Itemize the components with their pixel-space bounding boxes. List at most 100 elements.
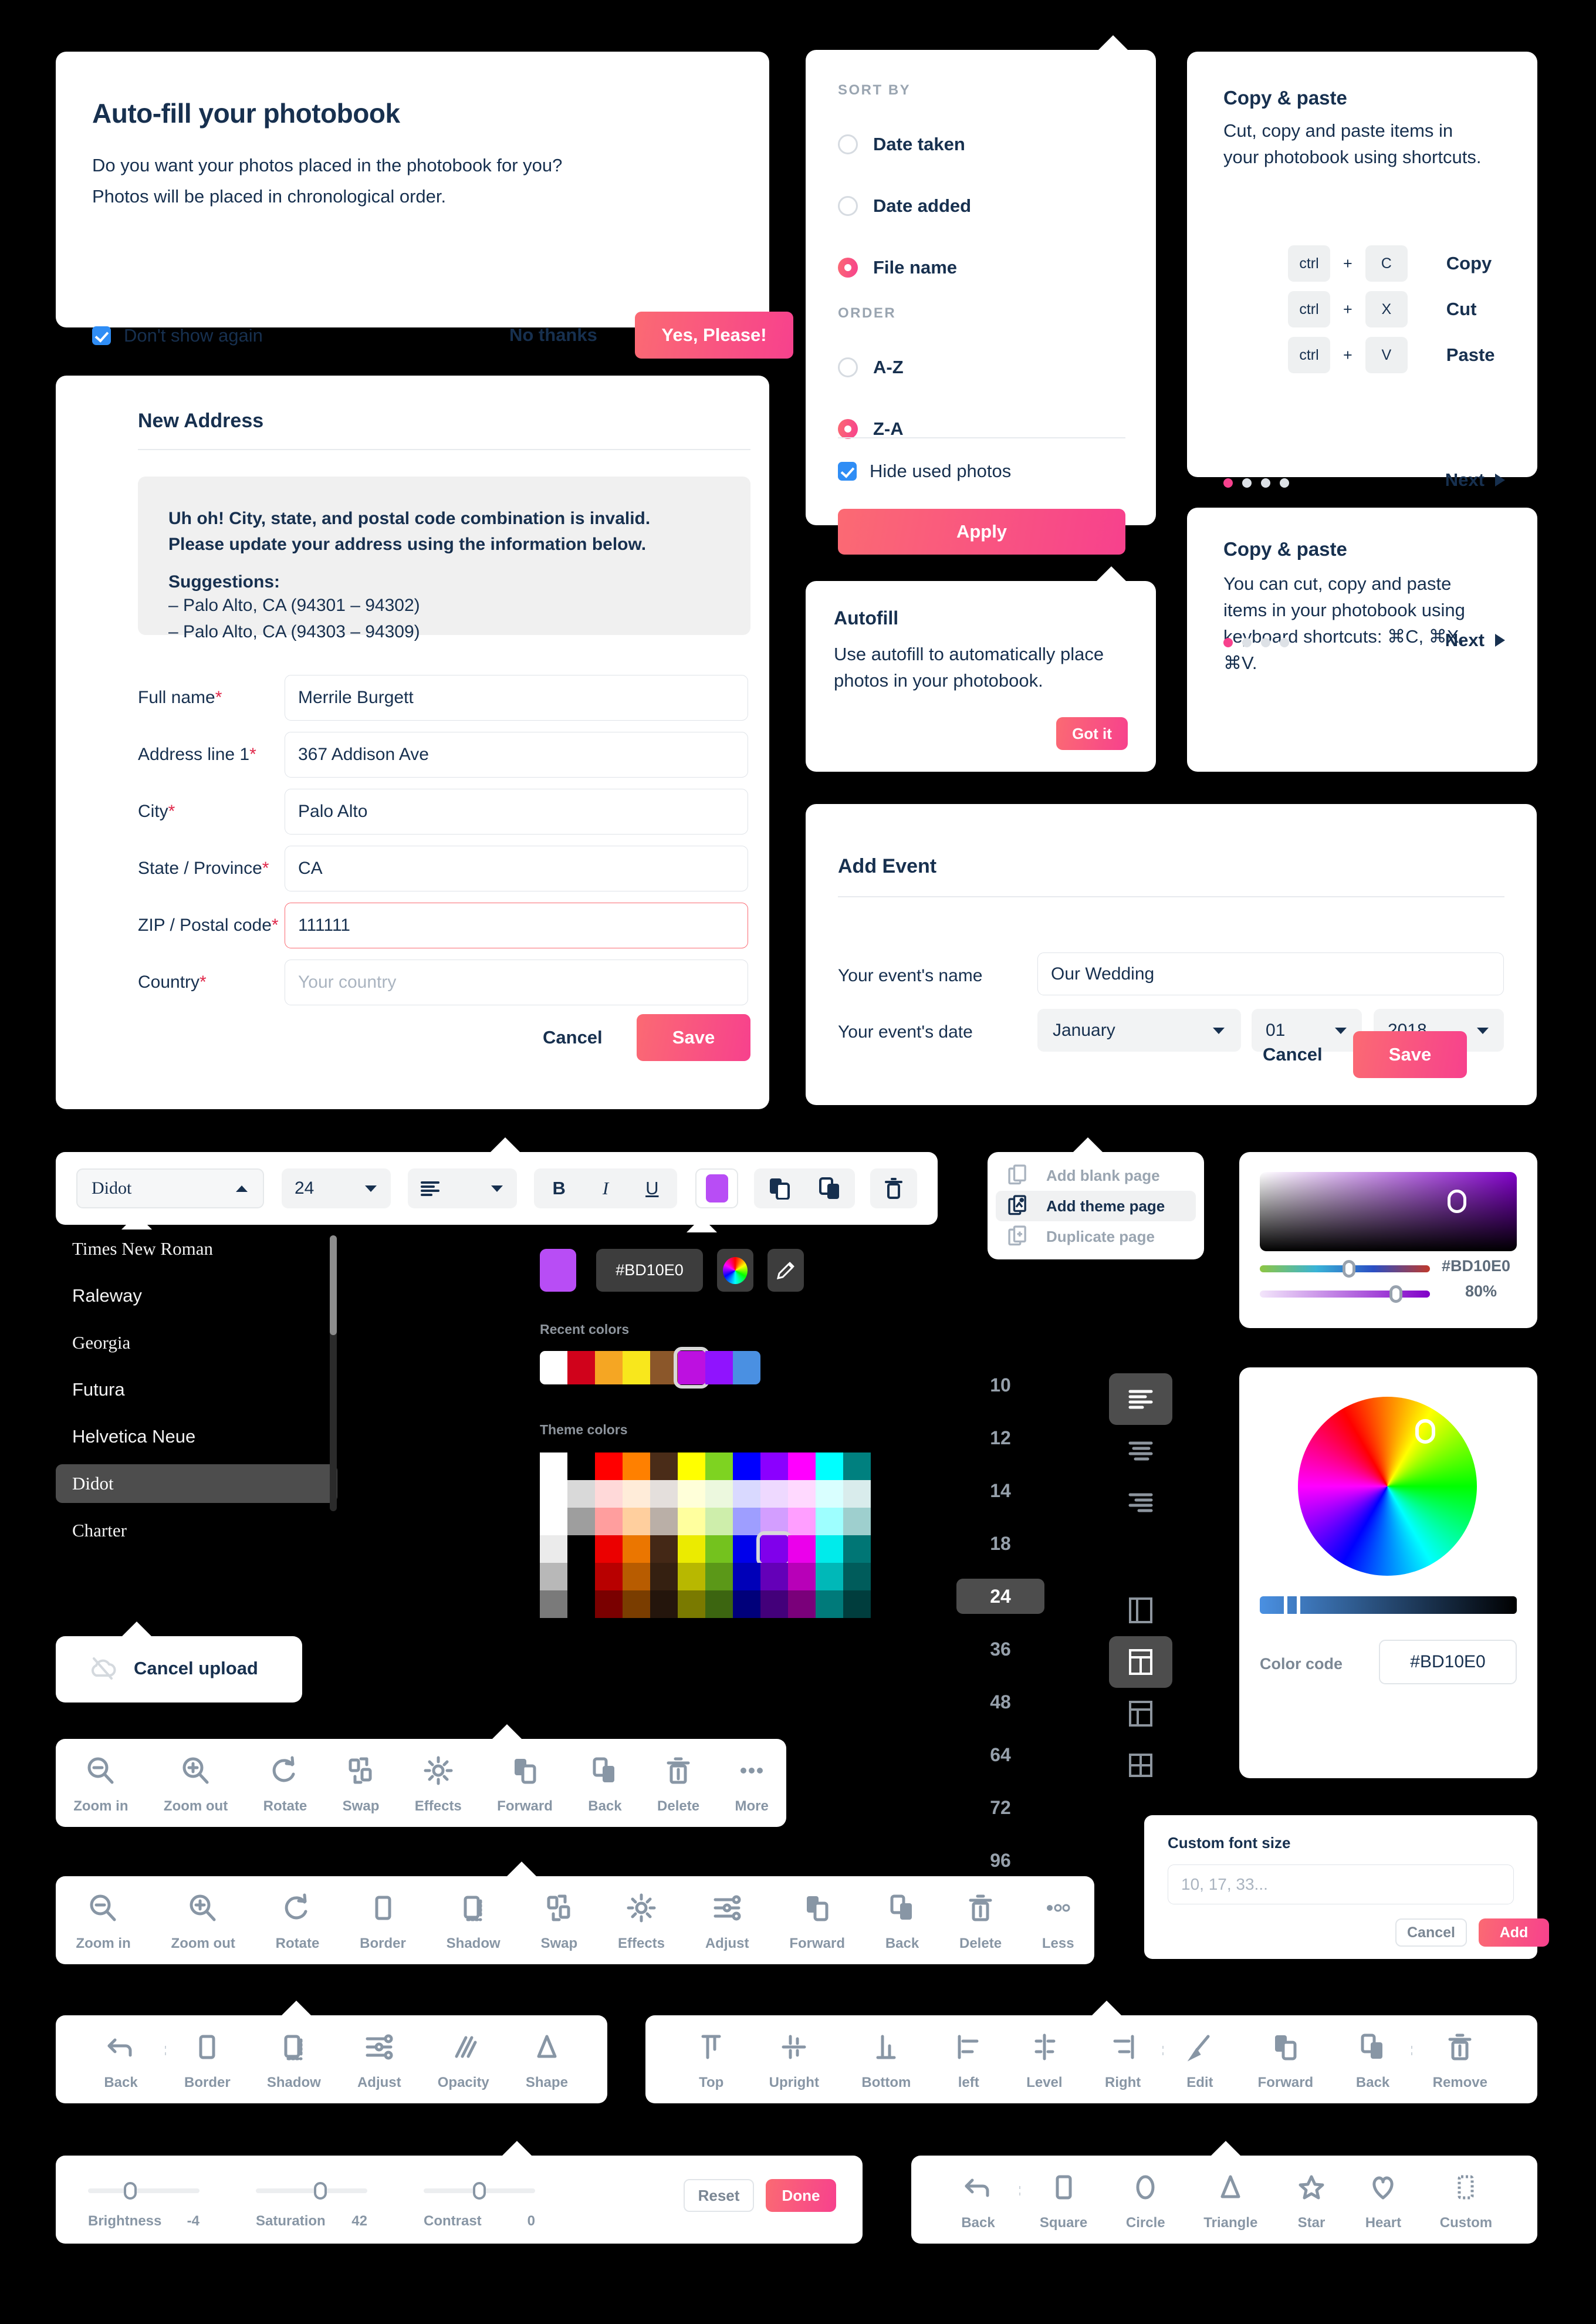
font-option-raleway[interactable]: Raleway — [56, 1276, 337, 1315]
theme-color-swatch[interactable] — [567, 1535, 595, 1563]
toolbar-item-rotate[interactable]: Rotate — [276, 1893, 319, 1952]
align-right-button[interactable] — [1109, 1477, 1172, 1528]
opacity-handle[interactable] — [1389, 1285, 1402, 1303]
hue-handle[interactable] — [1343, 1260, 1355, 1278]
toolbar-item-shadow[interactable]: Shadow — [267, 2032, 321, 2091]
theme-color-swatch[interactable] — [650, 1563, 678, 1590]
theme-color-swatch[interactable] — [760, 1480, 788, 1508]
theme-color-swatch[interactable] — [567, 1480, 595, 1508]
theme-color-swatch[interactable] — [816, 1452, 843, 1480]
toolbar-item-triangle[interactable]: Triangle — [1203, 2172, 1257, 2231]
theme-color-swatch[interactable] — [843, 1480, 871, 1508]
underline-button[interactable]: U — [645, 1178, 658, 1199]
theme-color-swatch[interactable] — [705, 1480, 733, 1508]
toolbar-item-zoom out[interactable]: Zoom out — [171, 1893, 235, 1952]
font-size-option-12[interactable]: 12 — [956, 1420, 1044, 1455]
eyedropper-button[interactable] — [767, 1249, 804, 1292]
theme-color-swatch[interactable] — [540, 1480, 567, 1508]
carousel-dots[interactable] — [1223, 638, 1289, 647]
toolbar-item-top[interactable]: Top — [696, 2032, 726, 2091]
theme-color-swatch[interactable] — [540, 1452, 567, 1480]
theme-color-swatch[interactable] — [567, 1590, 595, 1618]
theme-color-swatch[interactable] — [843, 1535, 871, 1563]
theme-color-swatch[interactable] — [760, 1590, 788, 1618]
theme-color-swatch[interactable] — [678, 1590, 705, 1618]
next-button[interactable]: Next — [1445, 630, 1507, 651]
theme-color-swatch[interactable] — [705, 1452, 733, 1480]
toolbar-item-square[interactable]: Square — [1040, 2172, 1087, 2231]
toolbar-item-right[interactable]: Right — [1105, 2032, 1141, 2091]
theme-color-swatch[interactable] — [567, 1508, 595, 1535]
theme-color-swatch[interactable] — [678, 1563, 705, 1590]
recent-color-swatch[interactable] — [705, 1351, 733, 1384]
address-save-button[interactable]: Save — [637, 1014, 750, 1061]
font-size-option-96[interactable]: 96 — [956, 1843, 1044, 1878]
theme-color-swatch[interactable] — [623, 1563, 650, 1590]
recent-color-swatch[interactable] — [567, 1351, 595, 1384]
toolbar-item-more[interactable]: More — [735, 1755, 769, 1815]
theme-color-swatch[interactable] — [623, 1535, 650, 1563]
theme-color-swatch[interactable] — [678, 1452, 705, 1480]
layout-one-column-button[interactable] — [1109, 1585, 1172, 1636]
theme-color-swatch[interactable] — [567, 1452, 595, 1480]
address-cancel-button[interactable]: Cancel — [543, 1027, 603, 1048]
field-input-zip-postal-code[interactable] — [285, 902, 748, 948]
toolbar-item-back[interactable]: Back — [1356, 2032, 1389, 2091]
apply-button[interactable]: Apply — [838, 509, 1125, 555]
dot-4[interactable] — [1280, 478, 1289, 488]
slider-knob[interactable] — [473, 2182, 486, 2200]
theme-color-swatch[interactable] — [788, 1508, 816, 1535]
toolbar-item-opacity[interactable]: Opacity — [438, 2032, 489, 2091]
theme-color-swatch[interactable] — [540, 1535, 567, 1563]
theme-color-swatch[interactable] — [595, 1563, 623, 1590]
toolbar-item-delete[interactable]: Delete — [959, 1893, 1002, 1952]
theme-color-swatch[interactable] — [650, 1452, 678, 1480]
theme-color-swatch[interactable] — [650, 1480, 678, 1508]
theme-color-swatch[interactable] — [816, 1563, 843, 1590]
radio-sort-date-taken[interactable]: Date taken — [838, 113, 1125, 175]
toolbar-item-border[interactable]: Border — [360, 1893, 406, 1952]
radio-sort-file-name[interactable]: File name — [838, 237, 1125, 298]
scrollbar-thumb[interactable] — [330, 1235, 337, 1335]
toolbar-item-zoom in[interactable]: Zoom in — [73, 1755, 129, 1815]
theme-color-swatch[interactable] — [705, 1590, 733, 1618]
hex-value-field[interactable]: #BD10E0 — [596, 1249, 703, 1292]
color-code-input[interactable]: #BD10E0 — [1379, 1640, 1517, 1684]
font-size-option-10[interactable]: 10 — [956, 1367, 1044, 1403]
event-save-button[interactable]: Save — [1353, 1031, 1467, 1078]
theme-color-swatch[interactable] — [623, 1508, 650, 1535]
slider-track[interactable] — [424, 2182, 535, 2200]
theme-color-swatch[interactable] — [650, 1508, 678, 1535]
toolbar-item-bottom[interactable]: Bottom — [861, 2032, 911, 2091]
theme-color-swatch[interactable] — [623, 1480, 650, 1508]
align-left-button[interactable] — [1109, 1373, 1172, 1425]
toolbar-item-zoom out[interactable]: Zoom out — [164, 1755, 228, 1815]
theme-color-swatch[interactable] — [756, 1531, 792, 1567]
font-size-option-18[interactable]: 18 — [956, 1526, 1044, 1561]
picker-handle[interactable] — [1448, 1190, 1466, 1213]
cancel-upload-card[interactable]: Cancel upload — [56, 1622, 302, 1703]
hide-used-photos-checkbox[interactable]: Hide used photos — [838, 461, 1011, 482]
theme-color-swatch[interactable] — [843, 1563, 871, 1590]
field-input-city[interactable] — [285, 788, 748, 835]
field-input-full-name[interactable] — [285, 674, 748, 721]
font-size-select[interactable]: 24 — [282, 1168, 391, 1208]
toolbar-item-rotate[interactable]: Rotate — [263, 1755, 307, 1815]
toolbar-item-adjust[interactable]: Adjust — [705, 1893, 749, 1952]
recent-color-swatch[interactable] — [595, 1351, 623, 1384]
toolbar-item-star[interactable]: Star — [1296, 2172, 1327, 2231]
event-month-select[interactable]: January — [1037, 1009, 1241, 1052]
theme-color-swatch[interactable] — [788, 1452, 816, 1480]
adjust-reset-button[interactable]: Reset — [684, 2179, 754, 2212]
font-family-select[interactable]: Didot — [76, 1168, 264, 1208]
radio-sort-date-added[interactable]: Date added — [838, 175, 1125, 237]
theme-color-swatch[interactable] — [843, 1508, 871, 1535]
no-thanks-button[interactable]: No thanks — [509, 325, 597, 346]
custom-font-size-input[interactable] — [1168, 1864, 1514, 1904]
slider-knob[interactable] — [314, 2182, 327, 2200]
toolbar-item-back[interactable]: Back — [104, 2032, 138, 2091]
text-color-button[interactable] — [695, 1168, 738, 1208]
scrollbar[interactable] — [330, 1235, 337, 1511]
toolbar-item-forward[interactable]: Forward — [1258, 2032, 1313, 2091]
theme-color-swatch[interactable] — [623, 1452, 650, 1480]
